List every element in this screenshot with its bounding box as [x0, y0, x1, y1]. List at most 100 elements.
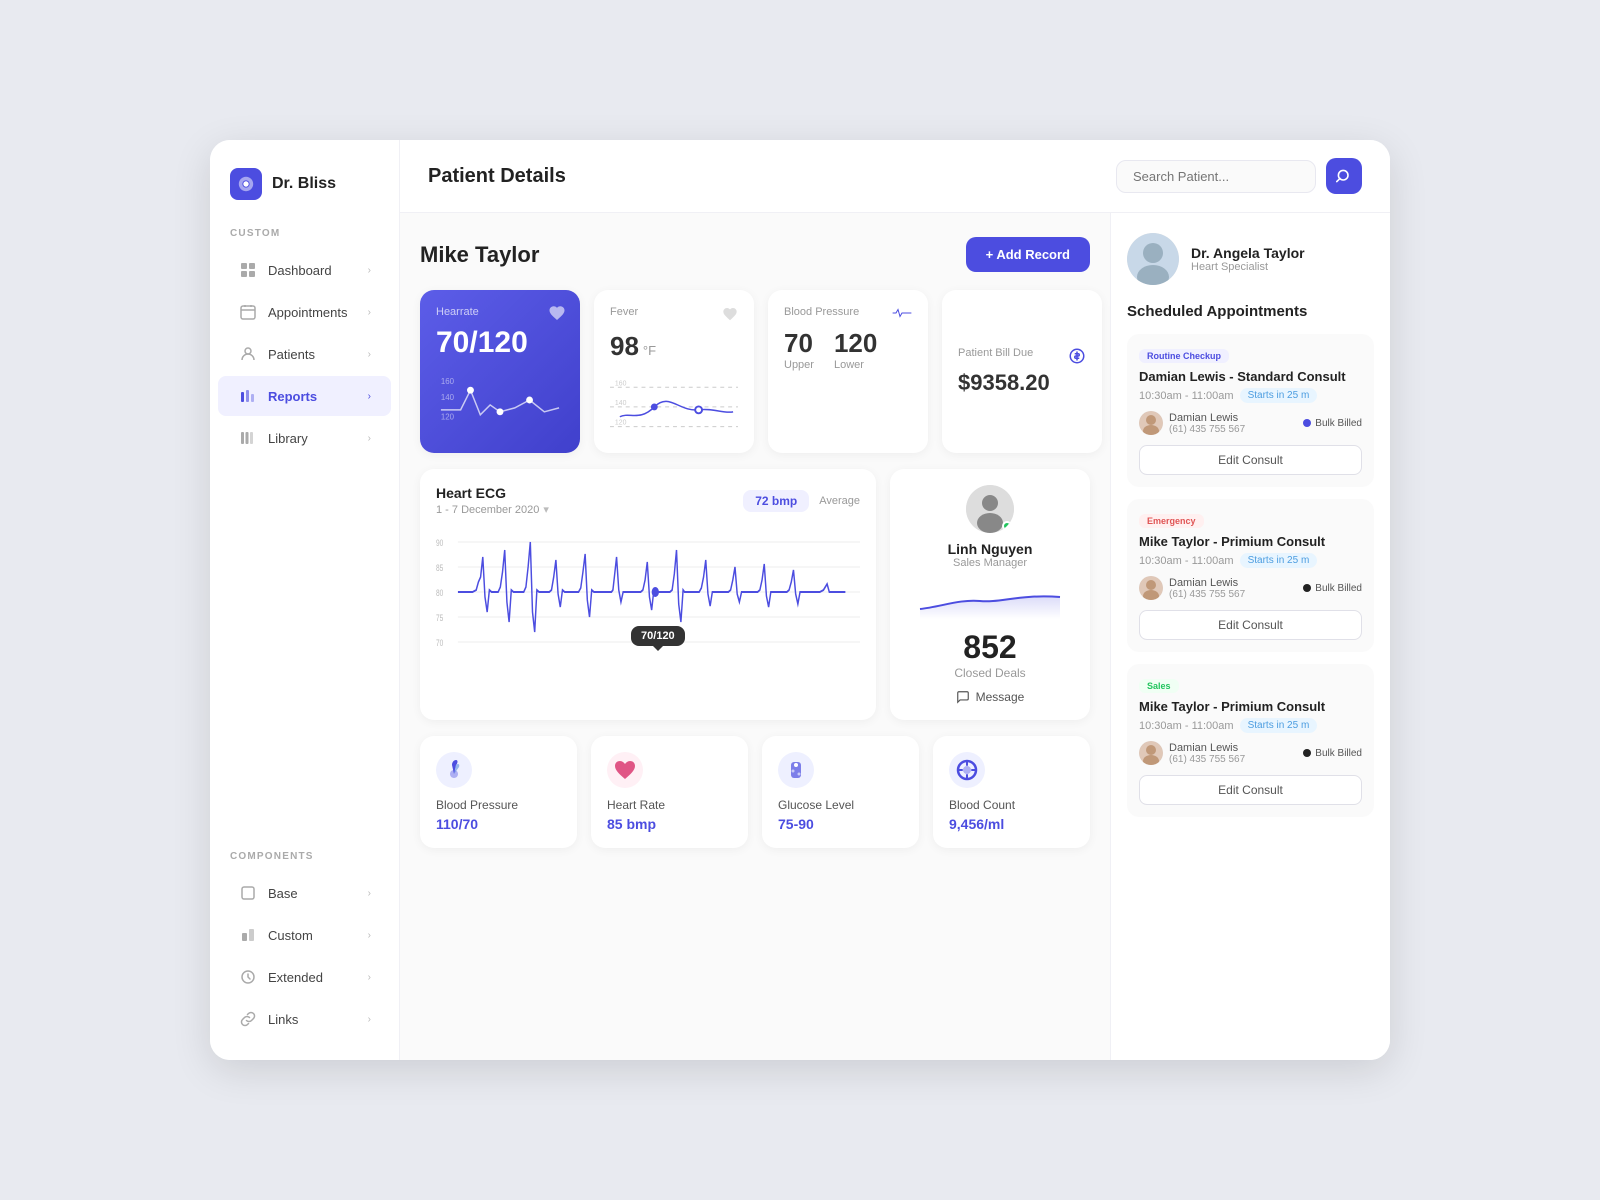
starts-badge-3: Starts in 25 m	[1240, 718, 1318, 733]
svg-text:80: 80	[436, 588, 444, 598]
fever-label: Fever	[610, 306, 638, 318]
appt-tag-2: Emergency	[1139, 514, 1204, 528]
sidebar-label-appointments: Appointments	[268, 305, 348, 320]
bulk-billed-3: Bulk Billed	[1303, 748, 1362, 759]
bc-value-hr: 85 bmp	[607, 816, 732, 832]
appt-avatar-1	[1139, 411, 1163, 435]
patient-name: Mike Taylor	[420, 242, 539, 268]
ecg-dropdown[interactable]: ▾	[543, 503, 549, 516]
ecg-row: Heart ECG 1 - 7 December 2020 ▾ 72 bmp A…	[420, 469, 1090, 720]
sidebar-label-reports: Reports	[268, 389, 317, 404]
fever-unit: °F	[643, 343, 656, 358]
appt-title-1: Damian Lewis - Standard Consult	[1139, 369, 1362, 384]
appointments-icon	[238, 302, 258, 322]
edit-consult-3[interactable]: Edit Consult	[1139, 775, 1362, 805]
doctor-specialty: Heart Specialist	[1191, 261, 1305, 273]
sidebar-item-patients[interactable]: Patients ›	[218, 334, 391, 374]
blood-count-icon	[949, 752, 985, 788]
svg-text:90: 90	[436, 538, 444, 548]
appointment-card-2: Emergency Mike Taylor - Primium Consult …	[1127, 499, 1374, 652]
bp-label: Blood Pressure	[784, 306, 859, 318]
edit-consult-2[interactable]: Edit Consult	[1139, 610, 1362, 640]
header: Patient Details	[400, 140, 1390, 213]
svg-text:70: 70	[436, 638, 444, 648]
appointment-card-1: Routine Checkup Damian Lewis - Standard …	[1127, 334, 1374, 487]
bp-lower-val: 120	[834, 328, 877, 359]
sidebar-item-custom[interactable]: Custom ›	[218, 915, 391, 955]
svg-text:140: 140	[441, 393, 455, 402]
sidebar-label-base: Base	[268, 886, 298, 901]
starts-badge-2: Starts in 25 m	[1240, 553, 1318, 568]
patients-icon	[238, 344, 258, 364]
sidebar-item-appointments[interactable]: Appointments ›	[218, 292, 391, 332]
appt-title-2: Mike Taylor - Primium Consult	[1139, 534, 1362, 549]
svg-text:120: 120	[615, 420, 627, 427]
appt-person-name-2: Damian Lewis	[1169, 577, 1245, 589]
bill-icon	[1068, 347, 1086, 370]
heart-icon	[548, 304, 566, 327]
chevron-dashboard: ›	[368, 265, 371, 276]
search-bar	[1116, 158, 1362, 194]
sidebar-label-library: Library	[268, 431, 308, 446]
doctor-name: Dr. Angela Taylor	[1191, 245, 1305, 261]
appt-person-2: Damian Lewis (61) 435 755 567	[1139, 576, 1245, 600]
bpm-badge: 72 bmp	[743, 490, 809, 512]
appt-person-name-3: Damian Lewis	[1169, 742, 1245, 754]
svg-text:120: 120	[441, 413, 455, 422]
chevron-patients: ›	[368, 349, 371, 360]
appt-footer-3: Damian Lewis (61) 435 755 567 Bulk Bille…	[1139, 741, 1362, 765]
appt-avatar-3	[1139, 741, 1163, 765]
chevron-base: ›	[368, 888, 371, 899]
ecg-chart: 90 85 80 75 70 65 S	[436, 522, 860, 662]
bc-value-glucose: 75-90	[778, 816, 903, 832]
bp-values: 70 Upper 120 Lower	[784, 328, 912, 371]
sidebar-item-base[interactable]: Base ›	[218, 873, 391, 913]
custom-section-label: CUSTOM	[210, 228, 399, 249]
ecg-tooltip: 70/120	[631, 626, 685, 646]
chevron-custom: ›	[368, 930, 371, 941]
sidebar-item-extended[interactable]: Extended ›	[218, 957, 391, 997]
edit-consult-1[interactable]: Edit Consult	[1139, 445, 1362, 475]
sidebar-item-links[interactable]: Links ›	[218, 999, 391, 1039]
blood-pressure-icon	[436, 752, 472, 788]
person-name: Linh Nguyen	[948, 541, 1033, 557]
sidebar-item-reports[interactable]: Reports ›	[218, 376, 391, 416]
appt-footer-1: Damian Lewis (61) 435 755 567 Bulk Bille…	[1139, 411, 1362, 435]
search-input[interactable]	[1116, 160, 1316, 193]
search-button[interactable]	[1326, 158, 1362, 194]
logo-area: Dr. Bliss	[210, 168, 399, 228]
appt-avatar-2	[1139, 576, 1163, 600]
page-title: Patient Details	[428, 165, 566, 188]
bill-card: Patient Bill Due $9358.20	[942, 290, 1102, 453]
bc-value-bc: 9,456/ml	[949, 816, 1074, 832]
message-button[interactable]: Message	[956, 690, 1025, 704]
sidebar-label-links: Links	[268, 1012, 298, 1027]
add-record-button[interactable]: + Add Record	[966, 237, 1090, 272]
content-area: Mike Taylor + Add Record Hearrate 70/120	[400, 213, 1390, 1060]
appt-person-3: Damian Lewis (61) 435 755 567	[1139, 741, 1245, 765]
message-label: Message	[976, 690, 1025, 704]
sidebar-label-patients: Patients	[268, 347, 315, 362]
svg-text:85: 85	[436, 563, 444, 573]
chevron-extended: ›	[368, 972, 371, 983]
logo-icon	[230, 168, 262, 200]
appt-time-2: 10:30am - 11:00am Starts in 25 m	[1139, 553, 1362, 568]
deals-count: 852	[963, 629, 1016, 666]
bp-upper-label: Upper	[784, 359, 814, 371]
links-icon	[238, 1009, 258, 1029]
right-panel: Dr. Angela Taylor Heart Specialist Sched…	[1110, 213, 1390, 1060]
bpm-avg-label: Average	[819, 495, 860, 507]
glucose-bottom-card: Glucose Level 75-90	[762, 736, 919, 848]
svg-text:140: 140	[615, 400, 627, 407]
bp-card: Blood Pressure 70 Upper 120	[768, 290, 928, 453]
deals-label: Closed Deals	[954, 666, 1025, 680]
fever-card: Fever 98 °F	[594, 290, 754, 453]
sidebar-item-library[interactable]: Library ›	[218, 418, 391, 458]
bulk-billed-2: Bulk Billed	[1303, 583, 1362, 594]
chevron-reports: ›	[368, 391, 371, 402]
sidebar-label-extended: Extended	[268, 970, 323, 985]
bp-upper-val: 70	[784, 328, 814, 359]
sidebar-item-dashboard[interactable]: Dashboard ›	[218, 250, 391, 290]
starts-badge-1: Starts in 25 m	[1240, 388, 1318, 403]
sidebar-label-dashboard: Dashboard	[268, 263, 332, 278]
